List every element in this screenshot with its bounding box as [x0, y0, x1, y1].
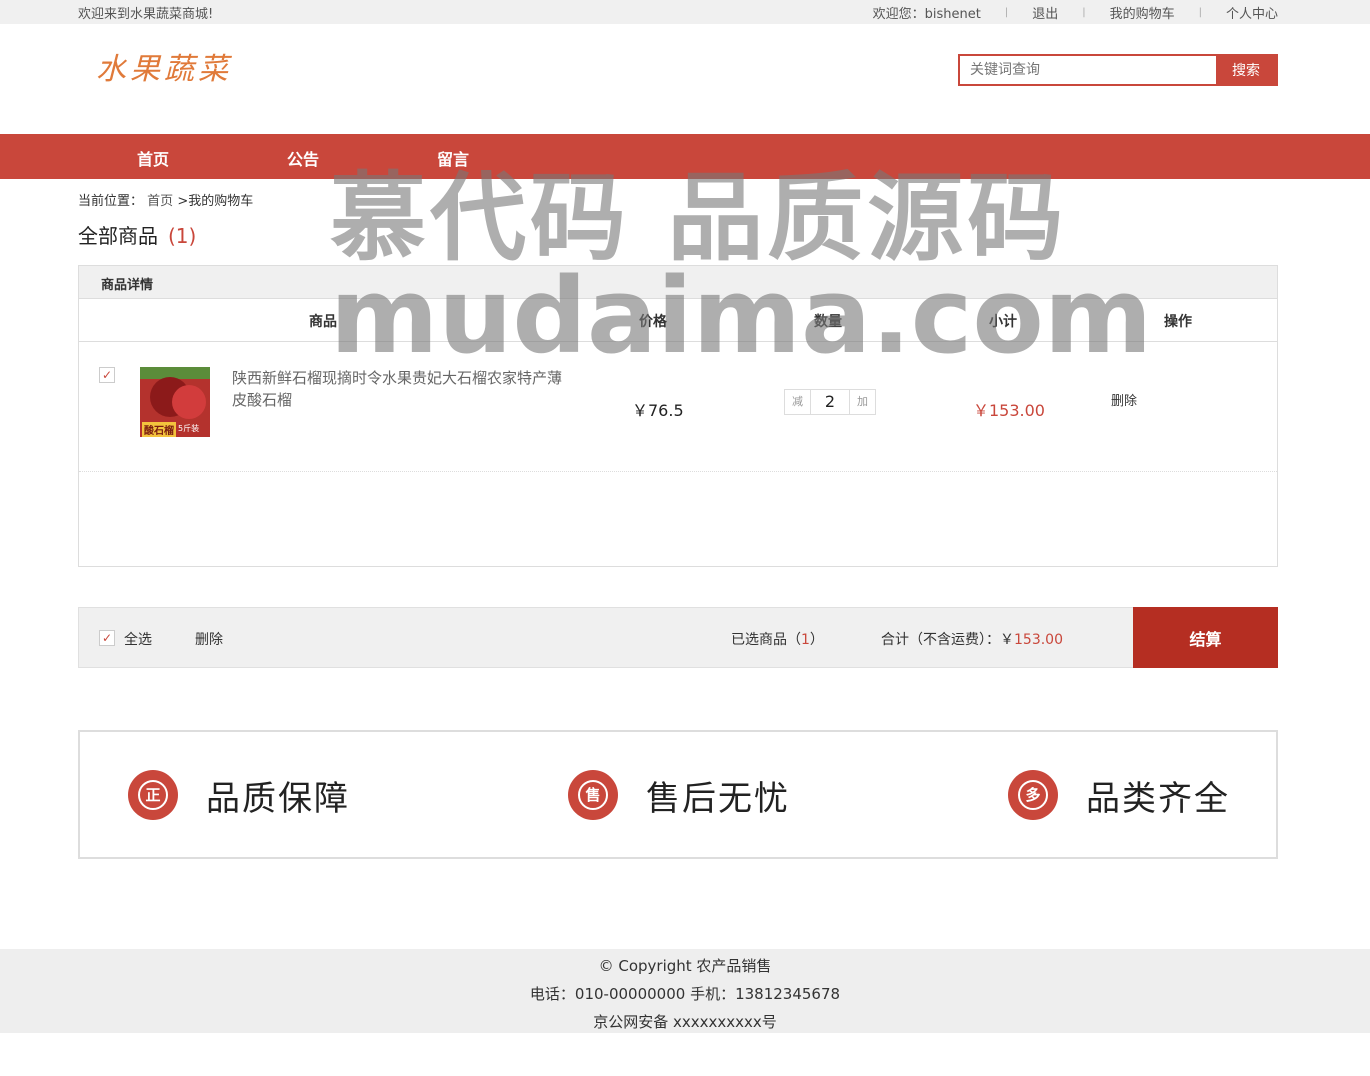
variety-icon: 多	[1008, 770, 1058, 820]
icp-record: 京公网安备 xxxxxxxxxx号	[593, 1013, 777, 1031]
breadcrumb-prefix: 当前位置：	[78, 194, 144, 209]
breadcrumb-home[interactable]: 首页	[147, 194, 173, 209]
site-logo[interactable]: 水果蔬菜	[96, 44, 232, 88]
checkout-button[interactable]: 结算	[1133, 607, 1278, 668]
divider: |	[1198, 7, 1202, 18]
col-price: 价格	[639, 314, 667, 330]
select-all-label[interactable]: 全选	[124, 629, 152, 649]
selected-number: 1	[801, 632, 810, 648]
row-subtotal: ￥153.00	[973, 401, 1045, 420]
col-action: 操作	[1164, 314, 1192, 330]
row-checkbox[interactable]: ✓	[99, 367, 115, 383]
cart-table: 商品详情 商品 价格 数量 小计 操作 ✓ 酸石榴 5斤装 陕西新鲜石榴现摘时令…	[78, 265, 1278, 567]
total-value: 153.00	[1014, 632, 1063, 648]
product-image-sublabel: 5斤装	[178, 424, 200, 433]
feature-text: 品类齐全	[1086, 778, 1230, 819]
delete-item-button[interactable]: 删除	[1111, 390, 1137, 409]
top-links: 欢迎您：bishenet | 退出 | 我的购物车 | 个人中心	[873, 3, 1278, 22]
welcome-text: 欢迎来到水果蔬菜商城!	[78, 7, 214, 22]
column-headers: 商品 价格 数量 小计 操作	[79, 299, 1277, 342]
feature-variety: 多 品类齐全	[1008, 770, 1230, 820]
breadcrumb-arrow: >	[177, 194, 189, 209]
divider: |	[1082, 7, 1086, 18]
copyright: © Copyright 农产品销售	[598, 957, 772, 975]
nav-home[interactable]: 首页	[137, 146, 169, 170]
feature-quality: 正 品质保障	[128, 770, 350, 820]
selected-count: 已选商品（1）	[731, 629, 824, 649]
select-all-checkbox[interactable]: ✓	[99, 630, 115, 646]
selected-end: ）	[809, 632, 824, 648]
feature-strip: 正 品质保障 售 售后无忧 多 品类齐全	[78, 730, 1278, 859]
aftersale-icon: 售	[568, 770, 618, 820]
feature-aftersale: 售 售后无忧	[568, 770, 790, 820]
quantity-stepper: 减 2 加	[784, 389, 876, 415]
feature-text: 售后无忧	[646, 778, 790, 819]
fruit-shape	[172, 385, 206, 419]
personal-center-link[interactable]: 个人中心	[1226, 3, 1278, 22]
divider: |	[1004, 7, 1009, 18]
product-name[interactable]: 陕西新鲜石榴现摘时令水果贵妃大石榴农家特产薄皮酸石榴	[232, 367, 562, 411]
selected-label: 已选商品（	[731, 632, 801, 648]
user-greeting: 欢迎您：bishenet	[872, 7, 981, 22]
total-amount: 合计（不含运费）：￥153.00	[881, 629, 1063, 649]
quantity-input[interactable]: 2	[810, 390, 850, 414]
variety-icon-glyph: 多	[1018, 780, 1048, 810]
search-box: 搜索	[958, 54, 1278, 86]
col-qty: 数量	[814, 314, 842, 330]
increase-button[interactable]: 加	[850, 390, 875, 414]
my-cart-link[interactable]: 我的购物车	[1110, 3, 1175, 22]
page-title: 全部商品 (1)	[78, 220, 196, 249]
cart-summary-bar: ✓ 全选 删除 已选商品（1） 合计（不含运费）：￥153.00 结算	[78, 607, 1278, 668]
search-button[interactable]: 搜索	[1216, 56, 1276, 84]
breadcrumb-current: 我的购物车	[188, 194, 254, 209]
nav-notice[interactable]: 公告	[287, 146, 319, 170]
cart-count: (1)	[168, 224, 197, 248]
quality-icon-glyph: 正	[138, 780, 168, 810]
cart-table-header: 商品详情	[79, 266, 1277, 299]
col-product: 商品	[309, 314, 337, 330]
search-input[interactable]	[960, 56, 1216, 84]
total-label: 合计（不含运费）：￥	[881, 632, 1014, 648]
logout-link[interactable]: 退出	[1032, 3, 1058, 22]
breadcrumb: 当前位置： 首页 >我的购物车	[78, 190, 253, 209]
cart-row: ✓ 酸石榴 5斤装 陕西新鲜石榴现摘时令水果贵妃大石榴农家特产薄皮酸石榴 ￥76…	[79, 342, 1277, 472]
aftersale-icon-glyph: 售	[578, 780, 608, 810]
product-price: ￥76.5	[632, 401, 684, 420]
col-subtotal: 小计	[989, 314, 1017, 330]
main-nav: 首页 公告 留言	[0, 134, 1370, 179]
batch-delete-button[interactable]: 删除	[195, 629, 223, 649]
page-title-label: 全部商品	[78, 224, 158, 248]
feature-text: 品质保障	[206, 778, 350, 819]
quality-icon: 正	[128, 770, 178, 820]
nav-message[interactable]: 留言	[437, 146, 469, 170]
top-bar: 欢迎来到水果蔬菜商城! 欢迎您：bishenet | 退出 | 我的购物车 | …	[0, 0, 1370, 24]
product-image[interactable]: 酸石榴 5斤装	[140, 367, 210, 437]
contact-info: 电话：010-00000000 手机：13812345678	[529, 985, 841, 1003]
decrease-button[interactable]: 减	[785, 390, 810, 414]
product-image-label: 酸石榴	[142, 422, 176, 437]
page-footer: © Copyright 农产品销售 电话：010-00000000 手机：138…	[0, 949, 1370, 1033]
